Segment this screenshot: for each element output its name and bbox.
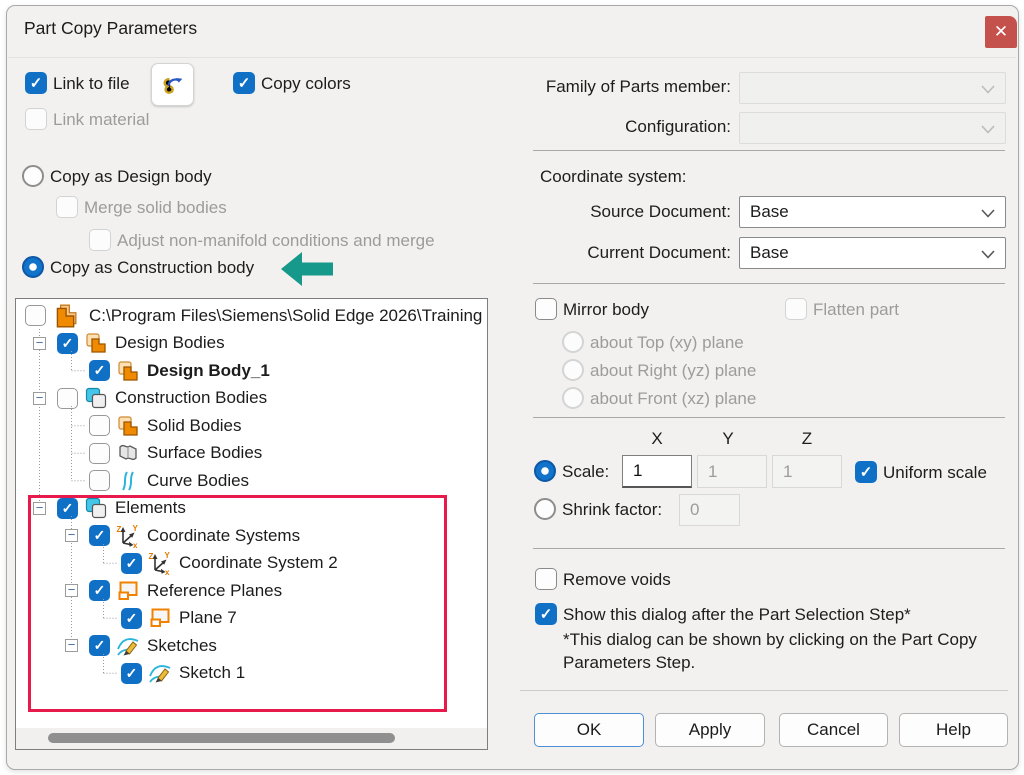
remove-voids-label: Remove voids: [563, 570, 671, 590]
help-button[interactable]: Help: [899, 713, 1008, 747]
flatten-part-checkbox: [785, 298, 807, 320]
about-front-plane-radio: [562, 387, 584, 409]
scale-radio[interactable]: [534, 460, 556, 482]
separator: [533, 548, 1005, 549]
mirror-body-label: Mirror body: [563, 300, 649, 320]
scale-z-input: [772, 455, 842, 488]
separator: [533, 417, 1005, 418]
scale-x-input[interactable]: [622, 455, 692, 488]
close-button[interactable]: ✕: [985, 16, 1017, 48]
shrink-factor-label: Shrink factor:: [562, 500, 662, 520]
tree-expander-construction-bodies[interactable]: [33, 392, 46, 405]
copy-as-construction-body-label: Copy as Construction body: [50, 258, 254, 278]
copy-as-design-body-label: Copy as Design body: [50, 167, 212, 187]
body-tree-panel: C:\Program Files\Siemens\Solid Edge 2026…: [15, 298, 488, 750]
apply-button[interactable]: Apply: [655, 713, 765, 747]
copy-colors-label: Copy colors: [261, 74, 351, 94]
shrink-factor-radio[interactable]: [534, 498, 556, 520]
scale-label: Scale:: [562, 462, 609, 482]
cancel-button[interactable]: Cancel: [779, 713, 888, 747]
title-divider: [8, 57, 1016, 58]
link-to-file-label: Link to file: [53, 74, 130, 94]
about-top-plane-label: about Top (xy) plane: [590, 333, 744, 353]
coordinate-system-section-label: Coordinate system:: [540, 167, 686, 187]
tree-expander-coordinate-systems[interactable]: [65, 529, 78, 542]
source-document-label: Source Document:: [531, 202, 731, 222]
shrink-factor-input: [679, 494, 740, 526]
chevron-down-icon: [981, 250, 995, 259]
about-front-plane-label: about Front (xz) plane: [590, 389, 756, 409]
source-document-value: Base: [750, 202, 789, 222]
link-material-label: Link material: [53, 110, 149, 130]
part-copy-parameters-dialog: Z Y x Part Copy Parameters ✕: [0, 0, 1024, 775]
tree-expander-elements[interactable]: [33, 502, 46, 515]
axis-header-x: X: [637, 429, 677, 449]
link-document-button[interactable]: [151, 63, 194, 106]
footnote-text: *This dialog can be shown by clicking on…: [563, 629, 1015, 674]
chevron-down-icon: [981, 85, 995, 94]
configuration-label: Configuration:: [531, 117, 731, 137]
separator: [533, 150, 1005, 151]
source-document-select[interactable]: Base: [739, 196, 1006, 228]
about-top-plane-radio: [562, 331, 584, 353]
uniform-scale-checkbox[interactable]: [855, 461, 877, 483]
separator: [520, 690, 1008, 691]
copy-as-construction-body-radio[interactable]: [22, 256, 44, 278]
tree-expander-design-bodies[interactable]: [33, 337, 46, 350]
about-right-plane-radio: [562, 359, 584, 381]
adjust-non-manifold-label: Adjust non-manifold conditions and merge: [117, 231, 435, 251]
scale-y-input: [697, 455, 767, 488]
show-dialog-checkbox[interactable]: [535, 603, 557, 625]
family-of-parts-select: [739, 72, 1006, 104]
mirror-body-checkbox[interactable]: [535, 298, 557, 320]
current-document-value: Base: [750, 243, 789, 263]
merge-solid-bodies-label: Merge solid bodies: [84, 198, 227, 218]
tree-expander-reference-planes[interactable]: [65, 584, 78, 597]
current-document-select[interactable]: Base: [739, 237, 1006, 269]
remove-voids-checkbox[interactable]: [535, 568, 557, 590]
current-document-label: Current Document:: [531, 243, 731, 263]
chevron-down-icon: [981, 125, 995, 134]
link-material-checkbox: [25, 108, 47, 130]
annotation-arrow-icon: [281, 252, 333, 286]
separator: [533, 283, 1005, 284]
about-right-plane-label: about Right (yz) plane: [590, 361, 756, 381]
family-of-parts-label: Family of Parts member:: [531, 77, 731, 97]
link-document-icon: [159, 71, 186, 98]
link-to-file-checkbox[interactable]: [25, 72, 47, 94]
flatten-part-label: Flatten part: [813, 300, 899, 320]
copy-as-design-body-radio[interactable]: [22, 165, 44, 187]
tree-expander-sketches[interactable]: [65, 639, 78, 652]
configuration-select: [739, 112, 1006, 144]
tree-connector-lines: [16, 299, 487, 749]
copy-colors-checkbox[interactable]: [233, 72, 255, 94]
ok-button[interactable]: OK: [534, 713, 644, 747]
page-title: Part Copy Parameters: [24, 18, 197, 39]
axis-header-y: Y: [708, 429, 748, 449]
axis-header-z: Z: [787, 429, 827, 449]
adjust-non-manifold-checkbox: [89, 229, 111, 251]
merge-solid-bodies-checkbox: [56, 196, 78, 218]
uniform-scale-label: Uniform scale: [883, 463, 987, 483]
close-icon: ✕: [994, 22, 1008, 42]
chevron-down-icon: [981, 209, 995, 218]
show-dialog-label: Show this dialog after the Part Selectio…: [563, 605, 911, 625]
